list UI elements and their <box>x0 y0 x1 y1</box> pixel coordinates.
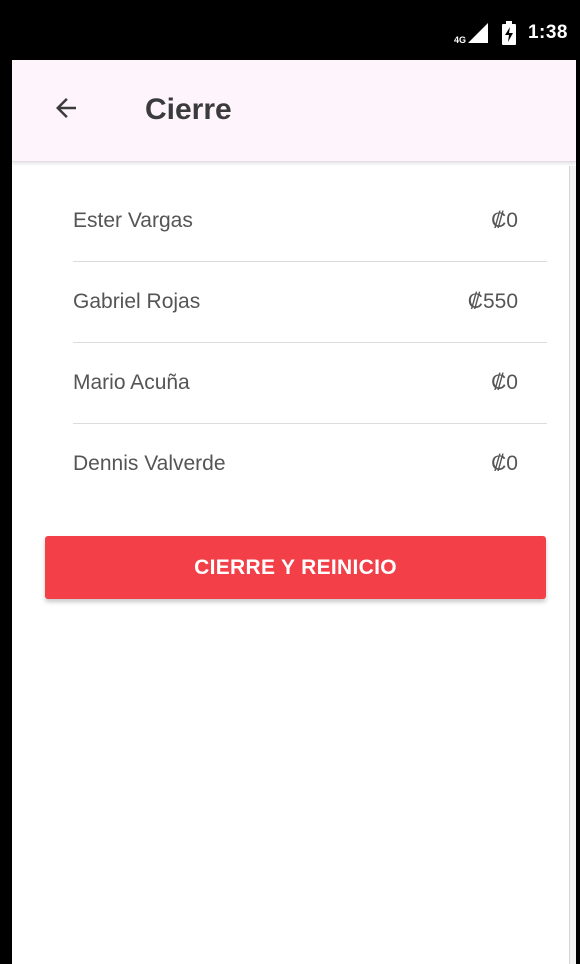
back-button[interactable] <box>42 86 90 134</box>
person-amount: ₡0 <box>491 371 518 394</box>
balance-list: Ester Vargas ₡0 Gabriel Rojas ₡550 Mario… <box>73 181 547 504</box>
close-and-reset-button[interactable]: CIERRE Y REINICIO <box>45 536 546 599</box>
person-amount: ₡550 <box>467 290 518 313</box>
person-amount: ₡0 <box>491 452 518 475</box>
status-time: 1:38 <box>527 22 568 43</box>
page-title: Cierre <box>145 93 232 126</box>
person-name: Ester Vargas <box>73 209 193 232</box>
list-item[interactable]: Gabriel Rojas ₡550 <box>73 262 547 343</box>
person-amount: ₡0 <box>491 209 518 232</box>
list-item[interactable]: Dennis Valverde ₡0 <box>73 424 547 504</box>
status-bar: 4G 1:38 <box>12 6 576 60</box>
device-frame: 4G 1:38 Cierre Ester Vargas ₡0 Gabriel R… <box>0 0 580 964</box>
status-icons: 4G 1:38 <box>454 6 568 60</box>
person-name: Mario Acuña <box>73 371 190 394</box>
scrollbar[interactable] <box>569 166 576 964</box>
app-bar: Cierre <box>12 60 576 162</box>
battery-charging-icon <box>501 21 516 45</box>
list-item[interactable]: Mario Acuña ₡0 <box>73 343 547 424</box>
network-type-label: 4G <box>453 35 466 45</box>
person-name: Dennis Valverde <box>73 452 226 475</box>
screen: 4G 1:38 Cierre Ester Vargas ₡0 Gabriel R… <box>12 6 576 964</box>
person-name: Gabriel Rojas <box>73 290 201 313</box>
arrow-left-icon <box>51 93 81 128</box>
list-item[interactable]: Ester Vargas ₡0 <box>73 181 547 262</box>
signal-icon: 4G <box>454 21 490 45</box>
